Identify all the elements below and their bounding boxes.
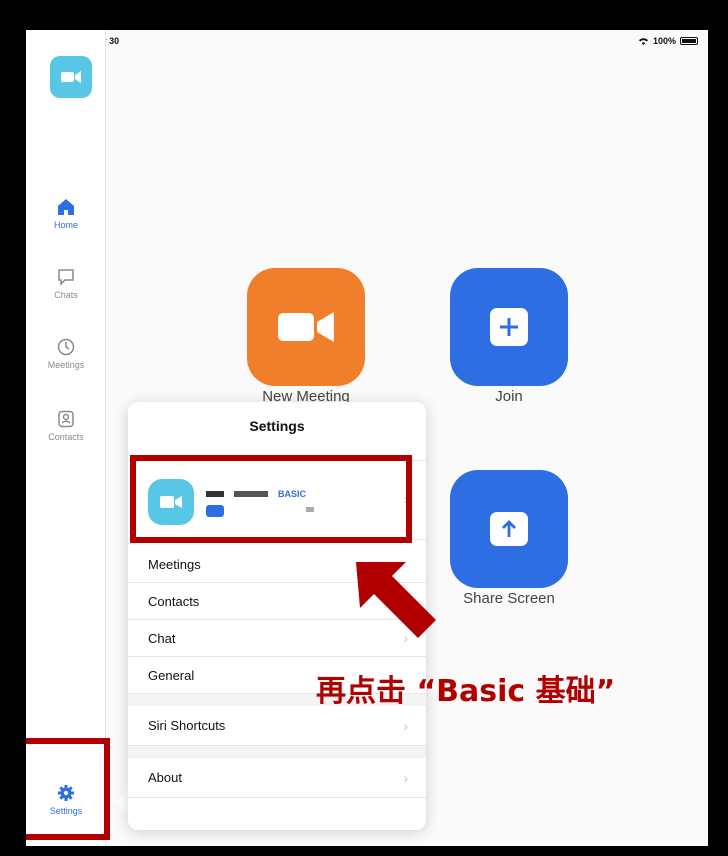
contacts-icon bbox=[58, 410, 74, 428]
plus-icon bbox=[490, 308, 528, 346]
menu-item-label: Meetings bbox=[148, 557, 201, 572]
sidebar-item-label: Contacts bbox=[48, 432, 84, 442]
app-logo[interactable] bbox=[50, 56, 92, 98]
menu-item-label: Chat bbox=[148, 631, 176, 646]
sidebar-item-contacts[interactable]: Contacts bbox=[26, 410, 106, 442]
share-screen-button[interactable] bbox=[450, 470, 568, 588]
sidebar-item-chats[interactable]: Chats bbox=[26, 268, 106, 300]
menu-item-label: General bbox=[148, 668, 195, 683]
status-right: 100% bbox=[638, 36, 698, 46]
popover-arrow bbox=[114, 790, 128, 814]
annotation-text: 再点击 “Basic 基础” bbox=[316, 674, 616, 709]
menu-item-siri-shortcuts[interactable]: Siri Shortcuts › bbox=[128, 706, 426, 746]
annotation-arrow-icon bbox=[356, 562, 436, 638]
battery-percent: 100% bbox=[652, 36, 676, 46]
chat-icon bbox=[58, 269, 74, 286]
group-divider bbox=[128, 746, 426, 758]
sidebar: Home Chats Meetings Contacts Settings bbox=[26, 30, 106, 846]
sidebar-item-label: Home bbox=[53, 220, 78, 230]
menu-item-label: Siri Shortcuts bbox=[148, 718, 226, 733]
battery-icon bbox=[680, 37, 698, 45]
sidebar-item-meetings[interactable]: Meetings bbox=[26, 338, 106, 370]
menu-item-label: Contacts bbox=[148, 594, 200, 609]
ipad-screen: 3:03 PM Thu Apr 30 100% Home Chats Meeti… bbox=[26, 30, 708, 846]
sidebar-item-label: Chats bbox=[54, 290, 78, 300]
share-screen-label: Share Screen bbox=[463, 590, 555, 607]
wifi-icon bbox=[638, 37, 649, 45]
menu-item-about[interactable]: About › bbox=[128, 758, 426, 798]
chevron-right-icon: › bbox=[403, 718, 408, 734]
highlight-box-profile bbox=[130, 455, 412, 543]
sidebar-item-home[interactable]: Home bbox=[26, 198, 106, 230]
chevron-right-icon: › bbox=[403, 770, 408, 786]
home-icon bbox=[58, 199, 74, 215]
zoom-logo-icon bbox=[61, 71, 81, 83]
sidebar-item-label: Meetings bbox=[47, 360, 85, 370]
share-up-icon bbox=[490, 512, 528, 546]
video-camera-icon bbox=[278, 312, 334, 342]
highlight-box-settings bbox=[26, 738, 110, 840]
popover-title: Settings bbox=[249, 418, 305, 434]
join-label: Join bbox=[495, 388, 523, 405]
menu-item-label: About bbox=[148, 770, 182, 785]
join-button[interactable] bbox=[450, 268, 568, 386]
status-bar: 3:03 PM Thu Apr 30 100% bbox=[26, 30, 708, 50]
clock-icon bbox=[57, 338, 75, 356]
new-meeting-button[interactable] bbox=[247, 268, 365, 386]
